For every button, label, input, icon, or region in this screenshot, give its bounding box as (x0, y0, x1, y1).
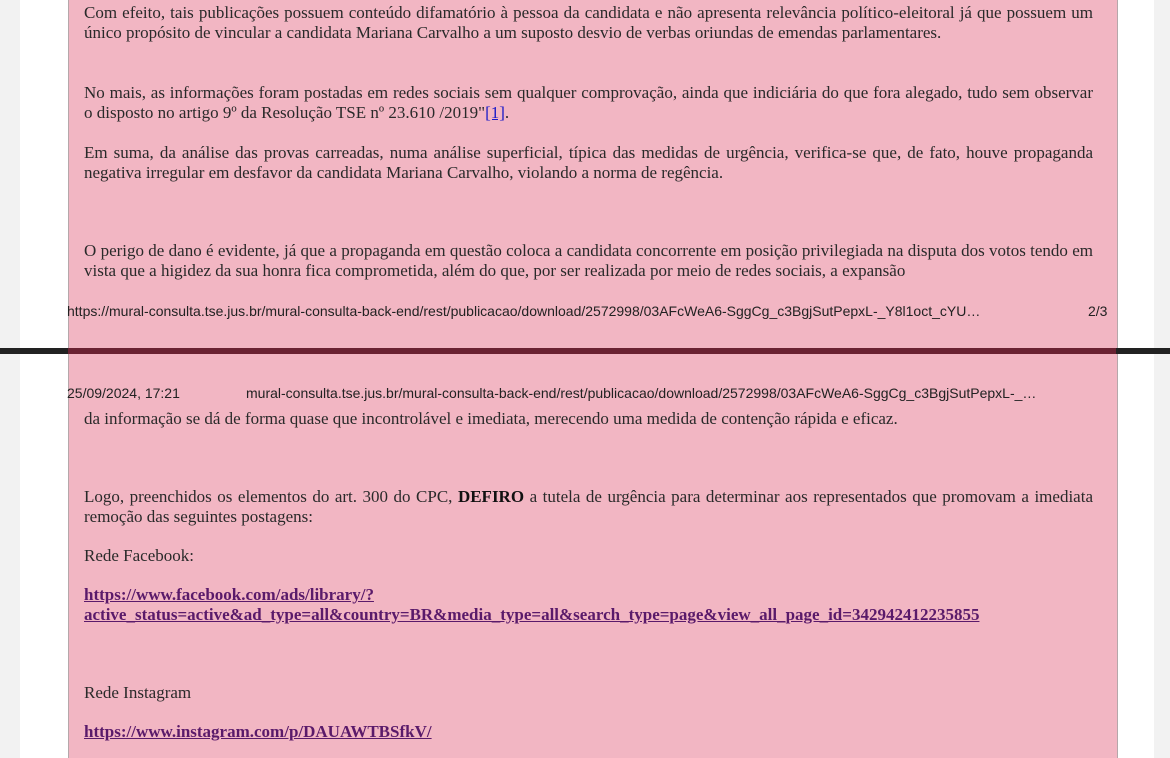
footnote-link[interactable]: [1] (485, 103, 505, 122)
page-footer-url: https://mural-consulta.tse.jus.br/mural-… (67, 303, 981, 319)
paragraph-danger: O perigo de dano é evidente, já que a pr… (84, 241, 1093, 280)
paragraph-no-proof-end: . (504, 103, 510, 122)
paragraph-no-proof-text: No mais, as informações foram postadas e… (84, 83, 1093, 122)
paragraph-continuation: da informação se dá de forma quase que i… (84, 409, 898, 428)
facebook-label: Rede Facebook: (84, 546, 194, 565)
decision-verb: DEFIRO (457, 487, 525, 506)
facebook-link-line1[interactable]: https://www.facebook.com/ads/library/? (84, 585, 374, 604)
page-header-date: 25/09/2024, 17:21 (67, 385, 180, 401)
facebook-link[interactable]: https://www.facebook.com/ads/library/? ac… (84, 585, 1093, 625)
paragraph-no-proof: No mais, as informações foram postadas e… (84, 83, 1093, 123)
page-header-url: mural-consulta.tse.jus.br/mural-consulta… (246, 385, 1037, 401)
paragraph-decision-pre: Logo, preenchidos os elementos do art. 3… (84, 487, 458, 506)
page-number: 2/3 (1088, 303, 1108, 319)
separator-highlight (68, 348, 1116, 354)
instagram-link[interactable]: https://www.instagram.com/p/DAUAWTBSfkV/ (84, 722, 1093, 742)
instagram-label: Rede Instagram (84, 683, 192, 702)
paragraph-decision: Logo, preenchidos os elementos do art. 3… (84, 487, 1093, 527)
paragraph-defamatory-content: Com efeito, tais publicações possuem con… (84, 3, 1093, 42)
paragraph-summary: Em suma, da análise das provas carreadas… (84, 143, 1093, 182)
facebook-link-line2[interactable]: active_status=active&ad_type=all&country… (84, 605, 979, 624)
